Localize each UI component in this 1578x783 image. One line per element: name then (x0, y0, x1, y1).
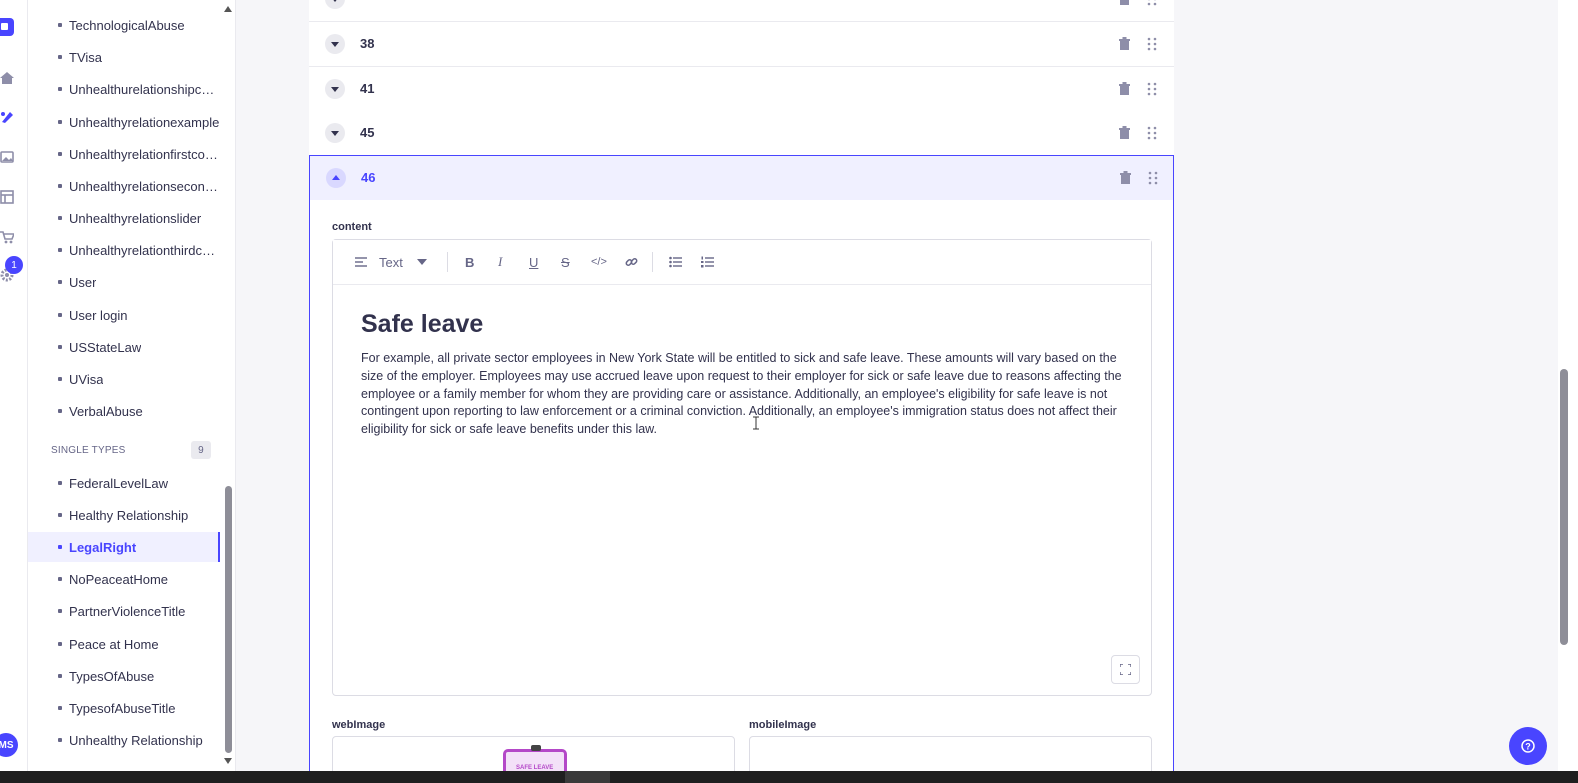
block-type-select[interactable]: Text (379, 254, 403, 270)
chevron-down-icon[interactable] (417, 254, 427, 270)
help-button[interactable]: ? (1509, 727, 1547, 765)
trash-icon[interactable] (1119, 37, 1130, 50)
media-library-icon[interactable] (0, 150, 14, 164)
editor-heading[interactable]: Safe leave (361, 310, 483, 339)
component-row-partial[interactable] (309, 0, 1174, 22)
numbered-list-icon[interactable] (701, 254, 714, 270)
expand-icon (1120, 664, 1131, 675)
sidebar-item-unhealthyrelationfirstcon[interactable]: Unhealthyrelationfirstcon... (28, 139, 220, 169)
sidebar-item-nopeaceathome[interactable]: NoPeaceatHome (28, 564, 220, 594)
chevron-down-icon[interactable] (325, 79, 345, 99)
main-nav-rail: 1 MS (0, 0, 28, 783)
chevron-down-icon[interactable] (325, 34, 345, 54)
taskbar-app[interactable] (565, 771, 610, 783)
chevron-down-icon[interactable] (325, 123, 345, 143)
strikethrough-icon[interactable]: S (561, 254, 570, 270)
bold-icon[interactable]: B (465, 254, 474, 270)
text-cursor-icon (753, 416, 759, 430)
chevron-up-icon[interactable] (326, 168, 346, 188)
drag-handle-icon[interactable] (1147, 0, 1157, 6)
chevron-down-icon[interactable] (325, 0, 345, 9)
component-row[interactable]: 41 (309, 67, 1174, 112)
sidebar-item-verbalabuse[interactable]: VerbalAbuse (28, 396, 220, 426)
rich-text-editor[interactable]: Text B I U S </> Safe leave For example,… (332, 239, 1152, 696)
component-row-expanded[interactable]: 46 (309, 155, 1174, 200)
bullet-list-icon[interactable] (669, 254, 682, 270)
component-row[interactable]: 45 (309, 111, 1174, 156)
component-row-label: 41 (360, 81, 375, 96)
underline-icon[interactable]: U (529, 254, 538, 270)
marketplace-icon[interactable] (0, 230, 14, 244)
sidebar-item-partnerviolencetitle[interactable]: PartnerViolenceTitle (28, 596, 220, 626)
sidebar-item-unhealthyrelationthirdco[interactable]: Unhealthyrelationthirdco... (28, 235, 220, 265)
component-row-label: 46 (361, 170, 376, 185)
page-scrollbar-thumb[interactable] (1560, 369, 1568, 645)
paragraph-icon (355, 257, 367, 267)
single-types-label: SINGLE TYPES (51, 444, 126, 456)
scroll-down-icon[interactable] (224, 758, 232, 764)
drag-handle-icon[interactable] (1147, 37, 1157, 51)
sidebar-item-healthy-relationship[interactable]: Healthy Relationship (28, 500, 220, 530)
sidebar-item-unhealthyrelationexample[interactable]: Unhealthyrelationexample (28, 107, 220, 137)
clip-icon (531, 745, 541, 751)
component-list: 38 41 45 46 content Text B I U S </> Saf… (309, 0, 1174, 783)
sidebar-item-peace-at-home[interactable]: Peace at Home (28, 629, 220, 659)
sidebar-item-federallevellaw[interactable]: FederalLevelLaw (28, 468, 220, 498)
sidebar-item-uvisa[interactable]: UVisa (28, 364, 220, 394)
sidebar-item-unhealthyrelationsecond[interactable]: Unhealthyrelationsecond... (28, 171, 220, 201)
content-builder-icon[interactable] (0, 110, 14, 124)
editor-toolbar: Text B I U S </> (333, 240, 1151, 285)
sidebar-item-technologicalabuse[interactable]: TechnologicalAbuse (28, 10, 220, 40)
component-row[interactable]: 38 (309, 22, 1174, 67)
toolbar-divider (447, 252, 448, 272)
toolbar-divider (652, 252, 653, 272)
sidebar-item-tvisa[interactable]: TVisa (28, 42, 220, 72)
avatar[interactable]: MS (0, 733, 18, 757)
trash-icon[interactable] (1119, 82, 1130, 95)
svg-text:?: ? (1525, 742, 1531, 752)
sidebar-item-typesofabuse[interactable]: TypesOfAbuse (28, 661, 220, 691)
link-icon[interactable] (625, 254, 638, 270)
mobile-image-label: mobileImage (749, 719, 817, 731)
os-taskbar (0, 771, 1578, 783)
component-fields: content Text B I U S </> Safe leave For … (309, 200, 1174, 783)
drag-handle-icon[interactable] (1148, 171, 1158, 185)
web-image-label: webImage (332, 719, 386, 731)
component-row-label: 45 (360, 125, 375, 140)
sidebar-item-user[interactable]: User (28, 267, 220, 297)
sidebar-item-user-login[interactable]: User login (28, 300, 220, 330)
code-icon[interactable]: </> (591, 254, 607, 270)
trash-icon[interactable] (1119, 0, 1130, 5)
sidebar-item-legalright[interactable]: LegalRight (28, 532, 220, 562)
trash-icon[interactable] (1119, 126, 1130, 139)
drag-handle-icon[interactable] (1147, 126, 1157, 140)
single-types-header[interactable]: SINGLE TYPES 9 (51, 440, 211, 460)
trash-icon[interactable] (1120, 171, 1131, 184)
app-root: 1 MS TechnologicalAbuse TVisa Unhealthur… (0, 0, 1578, 783)
sidebar-item-unhealthyrelationslider[interactable]: Unhealthyrelationslider (28, 203, 220, 233)
logo-icon[interactable] (0, 18, 14, 36)
content-type-sidebar: TechnologicalAbuse TVisa Unhealthurelati… (28, 0, 236, 783)
single-types-count: 9 (191, 441, 211, 459)
sidebar-item-unhealthurelationshipcon[interactable]: Unhealthurelationshipcon... (28, 74, 220, 104)
scroll-up-icon[interactable] (224, 6, 232, 12)
content-label: content (332, 221, 372, 233)
sidebar-item-unhealthy-relationship[interactable]: Unhealthy Relationship (28, 725, 220, 755)
fullscreen-button[interactable] (1111, 655, 1140, 684)
sidebar-scrollbar[interactable] (225, 486, 232, 753)
notification-badge: 1 (5, 256, 23, 274)
layout-icon[interactable] (0, 190, 14, 204)
home-icon[interactable] (0, 71, 14, 85)
sidebar-item-usstatelaw[interactable]: USStateLaw (28, 332, 220, 362)
main-content: 38 41 45 46 content Text B I U S </> Saf… (236, 0, 1558, 783)
drag-handle-icon[interactable] (1147, 82, 1157, 96)
question-icon: ? (1521, 739, 1535, 753)
editor-paragraph[interactable]: For example, all private sector employee… (361, 350, 1123, 439)
italic-icon[interactable]: I (498, 254, 502, 270)
sidebar-item-typesofabusetitle[interactable]: TypesofAbuseTitle (28, 693, 220, 723)
component-row-label: 38 (360, 36, 375, 51)
